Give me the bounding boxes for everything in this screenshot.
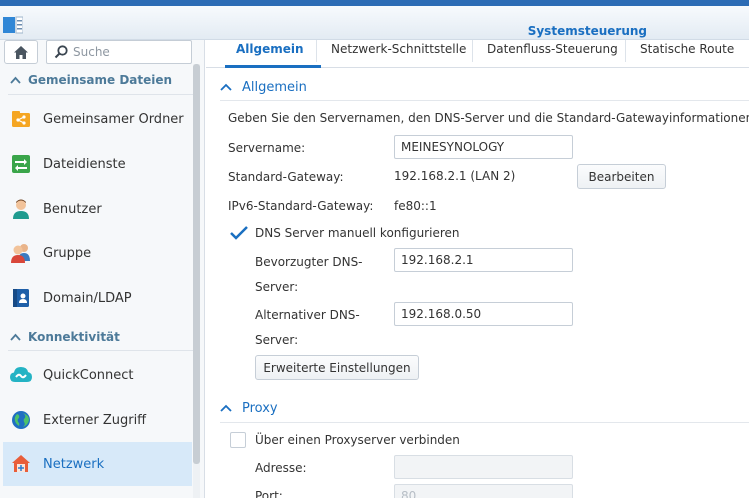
sidebar-item-external-access[interactable]: Externer Zugriff: [3, 398, 192, 442]
user-icon: [10, 198, 32, 220]
section-shared-files[interactable]: Gemeinsame Dateien: [0, 67, 193, 93]
sidebar-item-label: Externer Zugriff: [43, 412, 147, 428]
sidebar-item-label: Gemeinsamer Ordner: [43, 111, 184, 127]
sidebar-item-users[interactable]: Benutzer: [3, 187, 192, 231]
search-box[interactable]: [46, 40, 192, 64]
divider: [8, 94, 194, 95]
group-header-general[interactable]: Allgemein: [220, 76, 307, 98]
use-proxy-checkbox[interactable]: [230, 432, 246, 448]
use-proxy-label: Über einen Proxyserver verbinden: [255, 433, 460, 447]
group-header-proxy[interactable]: Proxy: [220, 397, 278, 419]
chevron-up-icon: [10, 330, 21, 344]
network-house-icon: [10, 453, 32, 475]
scrollbar-thumb[interactable]: [193, 64, 200, 464]
ipv6-gateway-value: fe80::1: [394, 199, 437, 213]
sidebar-item-domain-ldap[interactable]: Domain/LDAP: [3, 276, 192, 320]
domain-icon: [10, 287, 32, 309]
dns-manual-label: DNS Server manuell konfigurieren: [255, 226, 460, 240]
edit-button[interactable]: Bearbeiten: [577, 164, 666, 189]
proxy-address-field[interactable]: [394, 455, 573, 479]
sidebar-item-network[interactable]: Netzwerk: [3, 442, 192, 486]
home-icon: [14, 45, 28, 59]
ipv6-gateway-label: IPv6-Standard-Gateway:: [228, 199, 374, 213]
group-title: Proxy: [242, 400, 278, 416]
dns-manual-checkbox[interactable]: [230, 225, 248, 241]
gateway-value: 192.168.2.1 (LAN 2): [394, 169, 516, 183]
proxy-port-field[interactable]: [394, 484, 573, 498]
divider: [625, 40, 626, 62]
control-panel-app-icon: [3, 15, 24, 35]
sidebar-item-label: Dateidienste: [43, 156, 126, 172]
sidebar-item-label: Domain/LDAP: [43, 290, 132, 306]
divider: [472, 40, 473, 62]
section-label: Gemeinsame Dateien: [28, 73, 173, 87]
sidebar: Gemeinsame Dateien Gemeinsamer Ordner: [0, 40, 205, 498]
sidebar-item-file-services[interactable]: Dateidienste: [3, 142, 192, 186]
section-label: Konnektivität: [28, 330, 120, 344]
active-tab-indicator: [225, 65, 321, 68]
sidebar-item-label: Netzwerk: [43, 456, 105, 472]
tab-network-interface[interactable]: Netzwerk-Schnittstelle: [331, 42, 466, 64]
divider: [316, 40, 317, 62]
divider: [220, 422, 749, 423]
server-name-field[interactable]: [394, 135, 573, 159]
file-services-icon: [10, 153, 32, 175]
checkmark-icon: [230, 226, 248, 240]
proxy-address-label: Adresse:: [255, 461, 307, 475]
search-input[interactable]: [73, 44, 185, 60]
group-icon: [10, 242, 32, 264]
chevron-up-icon: [220, 83, 232, 91]
shared-folder-icon: [10, 108, 32, 130]
chevron-up-icon: [10, 73, 21, 87]
sidebar-item-label: Benutzer: [43, 201, 102, 217]
home-button[interactable]: [4, 40, 38, 64]
window-title: Systemsteuerung: [527, 24, 647, 38]
advanced-settings-button[interactable]: Erweiterte Einstellungen: [255, 355, 419, 380]
globe-icon: [10, 409, 32, 431]
alternative-dns-field[interactable]: [394, 302, 573, 326]
sidebar-item-group[interactable]: Gruppe: [3, 231, 192, 275]
quickconnect-icon: [10, 364, 32, 386]
search-icon: [54, 45, 68, 59]
alternative-dns-label: Alternativer DNS-: [255, 308, 360, 322]
server-name-label: Servername:: [228, 141, 306, 155]
alternative-dns-label-cont: Server:: [255, 333, 299, 347]
title-bar: Systemsteuerung: [0, 6, 749, 40]
tab-bar: Allgemein Netzwerk-Schnittstelle Datenfl…: [206, 40, 749, 68]
preferred-dns-label: Bevorzugter DNS-: [255, 255, 363, 269]
tab-general[interactable]: Allgemein: [236, 42, 304, 64]
sidebar-item-label: Gruppe: [43, 245, 92, 261]
general-description: Geben Sie den Servernamen, den DNS-Serve…: [228, 111, 749, 125]
sidebar-scrollbar[interactable]: [193, 64, 200, 498]
chevron-up-icon: [220, 404, 232, 412]
sidebar-item-quickconnect[interactable]: QuickConnect: [3, 353, 192, 397]
proxy-port-label: Port:: [255, 489, 283, 498]
divider: [220, 100, 749, 101]
gateway-label: Standard-Gateway:: [228, 170, 344, 184]
preferred-dns-label-cont: Server:: [255, 280, 299, 294]
divider: [8, 350, 194, 351]
settings-panel: Allgemein Geben Sie den Servernamen, den…: [206, 69, 749, 498]
tab-static-route[interactable]: Statische Route: [640, 42, 734, 64]
group-title: Allgemein: [242, 79, 307, 95]
tab-traffic-control[interactable]: Datenfluss-Steuerung: [487, 42, 618, 64]
sidebar-item-label: QuickConnect: [43, 367, 134, 383]
section-connectivity[interactable]: Konnektivität: [0, 324, 193, 350]
preferred-dns-field[interactable]: [394, 248, 573, 272]
sidebar-item-shared-folder[interactable]: Gemeinsamer Ordner: [3, 97, 192, 141]
